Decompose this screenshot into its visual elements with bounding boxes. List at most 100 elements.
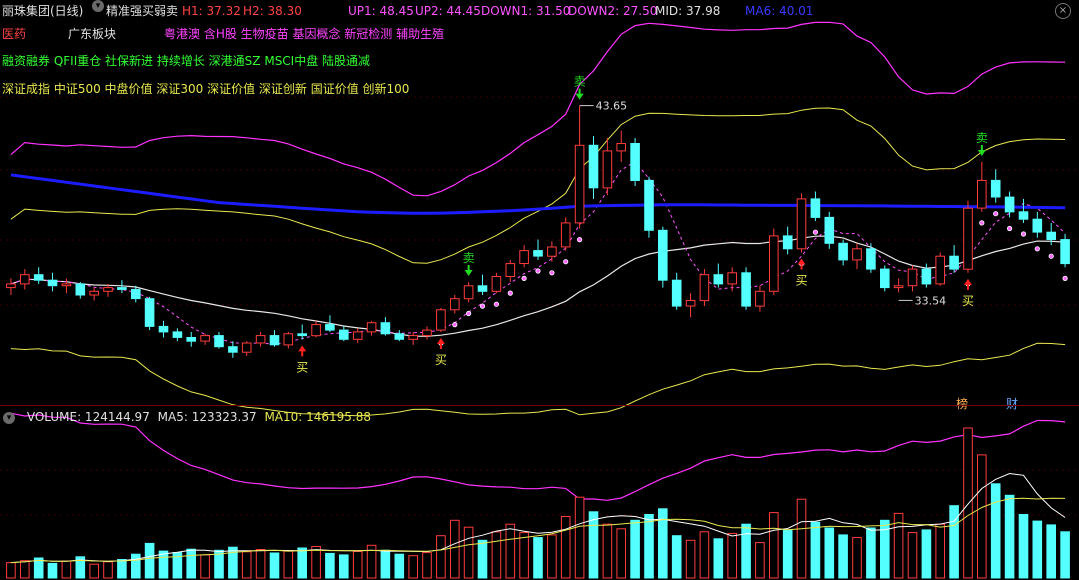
volume-header: ▾ VOLUME: 124144.97 MA5: 123323.37 MA10:… (0, 407, 375, 427)
candle (1004, 196, 1015, 213)
candle (755, 290, 765, 307)
volume-bar (103, 561, 113, 579)
volume-bar (255, 549, 266, 579)
ma6-label: MA6: 40.01 (745, 4, 814, 18)
candle (436, 309, 446, 331)
volume-bar (1046, 524, 1057, 579)
volume-bar (699, 531, 710, 579)
volume-bar (741, 523, 751, 579)
candle (228, 346, 238, 353)
volume-bar (186, 548, 196, 579)
volume-bar (644, 514, 654, 579)
volume-bar (519, 532, 529, 579)
trend-dot (549, 270, 555, 276)
volume-bar (560, 516, 571, 579)
buy-signal-label: 买 (296, 360, 308, 374)
trend-dot (576, 237, 583, 243)
volume-ma5-label: MA5: 123323.37 (157, 410, 257, 424)
candle (255, 335, 266, 344)
indicator-name[interactable]: 精准强买弱卖 (106, 0, 178, 22)
volume-bar (602, 523, 613, 579)
candle (810, 198, 821, 218)
volume-bar (685, 539, 696, 579)
candle (644, 179, 654, 231)
trend-dot (1006, 225, 1013, 232)
kline-chart-window[interactable]: 买买买买卖卖卖 43.65 33.54 丽珠集团(日线) ▾ 精准强买弱卖 H1: … (0, 0, 1079, 580)
candle (20, 274, 30, 285)
volume-bar (755, 542, 765, 579)
volume-ma10-label: MA10: 146195.88 (264, 410, 372, 424)
candle (547, 246, 557, 257)
volume-bar (6, 562, 16, 579)
candle (352, 331, 363, 340)
sell-signal-label: 卖 (574, 75, 586, 89)
candle (963, 207, 973, 270)
volume-dropdown-icon[interactable]: ▾ (3, 410, 19, 424)
ma6-line (10, 173, 1066, 215)
volume-bar (477, 539, 488, 579)
candle (408, 335, 418, 340)
candle (491, 276, 502, 292)
candle (144, 298, 155, 327)
main-header: 丽珠集团(日线) ▾ 精准强买弱卖 H1: 37.32 H2: 38.30 UP… (0, 0, 1079, 22)
buy-signal-label: 买 (435, 353, 447, 367)
volume-bar (852, 537, 862, 579)
candle (741, 272, 751, 307)
candle (297, 333, 307, 337)
high-price-label: 43.65 (596, 100, 628, 113)
candle (838, 242, 848, 261)
concept-tags-green[interactable]: 融资融券 QFII重仓 社保新进 持续增长 深港通SZ MSCI中盘 陆股通减 (2, 52, 370, 69)
industry-tag[interactable]: 医药 (2, 25, 26, 42)
volume-bar (491, 531, 502, 579)
volume-bar (1018, 514, 1029, 579)
candle (325, 324, 335, 331)
volume-bar (241, 551, 252, 579)
index-tags[interactable]: 深证成指 中证500 中盘价值 深证300 深证价值 深证创新 国证价值 创新1… (2, 80, 409, 97)
buy-arrow-icon (436, 337, 445, 349)
finance-tab[interactable]: 财 (1006, 395, 1018, 412)
trend-dot (563, 259, 569, 265)
volume-bar (588, 511, 599, 579)
candle (1046, 231, 1057, 241)
candle (158, 325, 169, 333)
candle (463, 285, 474, 300)
candle (658, 229, 668, 281)
rank-tab[interactable]: 榜 (956, 395, 968, 412)
candle (339, 329, 349, 340)
up2-label: UP2: 44.45 (415, 4, 481, 18)
candle (75, 283, 86, 296)
candle (880, 268, 890, 289)
volume-bar (325, 552, 335, 579)
trend-dot (1062, 275, 1068, 281)
volume-bar (311, 546, 321, 579)
volume-bar (810, 521, 821, 579)
volume-bar (977, 454, 987, 579)
concept-tags[interactable]: 粤港澳 含H股 生物疫苗 基因概念 新冠检测 辅助生殖 (164, 25, 444, 42)
volume-bar (394, 553, 405, 579)
volume-bar (20, 560, 30, 579)
candle (269, 335, 280, 346)
volume-bar (671, 535, 682, 579)
volume-bar (158, 550, 169, 579)
close-icon[interactable]: × (1055, 3, 1071, 19)
trend-dot (1020, 231, 1027, 237)
volume-bar (630, 519, 640, 579)
candle (131, 288, 141, 300)
volume-bar (616, 528, 627, 579)
candle (241, 342, 252, 353)
candle (47, 279, 58, 287)
trend-dot (507, 290, 513, 296)
volume-bar (727, 532, 738, 579)
candle (713, 274, 724, 285)
candle (685, 300, 696, 307)
h2-label: H2: 38.30 (243, 4, 302, 18)
volume-bar (47, 562, 58, 579)
region-tag[interactable]: 广东板块 (68, 25, 116, 42)
candle (921, 268, 932, 285)
volume-bar (866, 527, 876, 579)
candle (1060, 239, 1070, 265)
volume-bar (838, 534, 848, 579)
candle (574, 144, 585, 224)
volume-bar (117, 559, 127, 579)
volume-bar (1032, 520, 1043, 579)
